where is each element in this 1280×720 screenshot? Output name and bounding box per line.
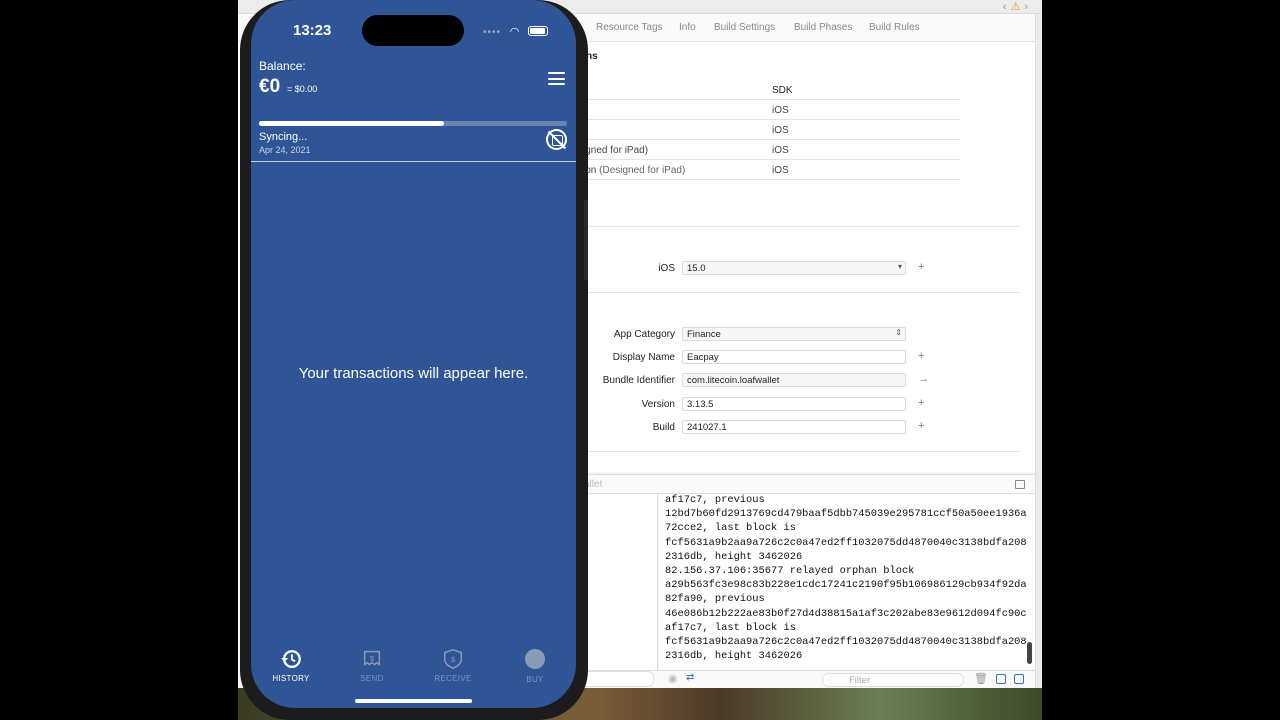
buy-icon xyxy=(524,649,546,671)
tab-build-settings[interactable]: Build Settings xyxy=(714,22,775,33)
tab-build-phases[interactable]: Build Phases xyxy=(794,22,852,33)
eye-icon[interactable]: ◉ xyxy=(668,672,678,685)
tab-send[interactable]: $ SEND xyxy=(342,648,402,683)
tab-receive[interactable]: $ RECEIVE xyxy=(423,648,483,683)
ios-version-select[interactable]: 15.0 ▾ xyxy=(682,261,906,275)
window-scrollbar[interactable] xyxy=(1035,14,1042,688)
status-icons: •••• ◠ xyxy=(483,25,549,38)
console-filter-input[interactable]: Filter xyxy=(822,673,964,687)
updown-chevron-icon: ⇕ xyxy=(895,328,902,337)
hide-debug-area-icon[interactable] xyxy=(1015,480,1025,489)
balance-label: Balance: xyxy=(259,59,306,73)
destination-row[interactable]: iOS xyxy=(578,100,960,120)
history-icon xyxy=(280,650,301,668)
tab-resource-tags[interactable]: Resource Tags xyxy=(596,22,663,33)
destination-row[interactable]: sion (Designed for iPad) iOS xyxy=(578,160,960,180)
dynamic-island xyxy=(362,15,464,46)
console-output[interactable]: af17c7, previous 12bd7b60fd2913769cd479b… xyxy=(659,494,1035,670)
add-icon[interactable]: + xyxy=(918,420,924,432)
build-field[interactable]: 241027.1 xyxy=(682,420,906,434)
tab-build-rules[interactable]: Build Rules xyxy=(869,22,920,33)
destination-row[interactable]: iOS xyxy=(578,120,960,140)
app-category-select[interactable]: Finance ⇕ xyxy=(682,327,906,341)
empty-transactions-message: Your transactions will appear here. xyxy=(298,365,529,382)
send-icon: $ xyxy=(363,650,381,666)
balance-fiat: = $0.00 xyxy=(287,84,318,94)
sync-progress-fill xyxy=(259,121,444,126)
iphone-screen: 13:23 •••• ◠ Balance: €0 = $0.00 Syncing… xyxy=(251,0,576,708)
sync-status-label: Syncing... xyxy=(259,131,308,143)
wifi-icon: ◠ xyxy=(509,26,520,38)
trash-icon[interactable]: 🗑 xyxy=(974,672,988,685)
svg-text:$: $ xyxy=(370,654,374,663)
sync-date: Apr 24, 2021 xyxy=(259,145,311,155)
add-icon[interactable]: + xyxy=(918,261,924,273)
sync-disabled-icon[interactable] xyxy=(546,129,567,150)
chevron-down-icon: ▾ xyxy=(897,262,902,271)
tab-history[interactable]: HISTORY xyxy=(261,648,321,683)
receive-icon: $ xyxy=(444,649,462,669)
tab-bar: HISTORY $ SEND $ RECEIVE BUY xyxy=(251,640,576,690)
left-pane-toggle-icon[interactable] xyxy=(996,674,1006,684)
debug-area-bar: allet xyxy=(576,474,1035,494)
menu-icon[interactable] xyxy=(548,72,565,85)
variables-view xyxy=(576,494,658,670)
svg-text:$: $ xyxy=(451,655,455,664)
sync-progress-bar xyxy=(259,121,567,126)
console-scrollbar-thumb[interactable] xyxy=(1027,642,1032,664)
debug-footer: ◉ ⇄ ⊜▾ Filter 🗑 xyxy=(576,670,1035,688)
home-indicator[interactable] xyxy=(355,699,472,703)
bundle-identifier-field[interactable]: com.litecoin.loafwallet xyxy=(682,373,906,387)
header-divider xyxy=(251,161,576,162)
tab-info[interactable]: Info xyxy=(679,22,696,33)
section-divider xyxy=(578,292,1020,293)
add-icon[interactable]: + xyxy=(918,397,924,409)
section-divider xyxy=(578,226,1020,227)
cellular-icon: •••• xyxy=(483,27,502,38)
destinations-header: SDK xyxy=(578,80,960,100)
arrow-right-icon[interactable]: → xyxy=(918,373,929,385)
right-pane-toggle-icon[interactable] xyxy=(1014,674,1024,684)
destination-row[interactable]: signed for iPad) iOS xyxy=(578,140,960,160)
console-log-text: af17c7, previous 12bd7b60fd2913769cd479b… xyxy=(665,494,1027,663)
warning-icon[interactable]: ⚠ xyxy=(1010,1,1020,13)
section-divider xyxy=(578,451,1020,452)
toggle-icon[interactable]: ⇄ xyxy=(686,672,694,683)
balance-value[interactable]: €0 xyxy=(259,76,280,98)
tab-buy[interactable]: BUY xyxy=(505,648,565,684)
display-name-field[interactable]: Eacpay xyxy=(682,350,906,364)
add-icon[interactable]: + xyxy=(918,350,924,362)
version-field[interactable]: 3.13.5 xyxy=(682,397,906,411)
battery-icon xyxy=(528,26,549,36)
nav-arrows[interactable]: ‹ ⚠ › xyxy=(1003,0,1028,13)
status-time: 13:23 xyxy=(293,22,332,39)
